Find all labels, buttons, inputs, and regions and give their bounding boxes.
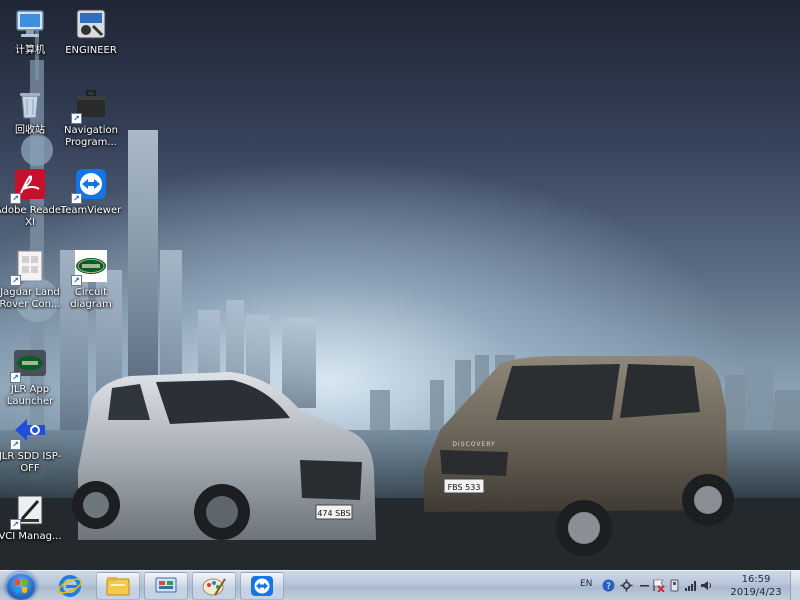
shortcut-arrow-icon: ↗ — [10, 193, 21, 204]
desktop-icon-engineer[interactable]: ENGINEER — [55, 6, 127, 57]
show-desktop-button[interactable] — [790, 571, 800, 600]
shortcut-arrow-icon: ↗ — [10, 372, 21, 383]
desktop-icon-label: JLR App Launcher — [6, 384, 54, 407]
desktop-icon-teamviewer[interactable]: ↗ TeamViewer — [55, 166, 127, 217]
action-center-flag-icon[interactable] — [652, 579, 665, 592]
land-rover-app-icon: ↗ — [10, 345, 48, 383]
taskbar-control-panel[interactable] — [144, 572, 188, 600]
shortcut-arrow-icon: ↗ — [10, 519, 21, 530]
start-button[interactable] — [6, 572, 36, 600]
license-plate-left: 474 SBS — [317, 509, 350, 518]
taskbar-paint[interactable] — [192, 572, 236, 600]
volume-icon[interactable] — [700, 579, 713, 592]
desktop-icon-label: JLR SDD ISP-OFF — [0, 451, 62, 474]
paint-icon — [202, 578, 226, 596]
desktop-icon-label: Navigation Program... — [64, 125, 118, 148]
desktop-icon-label: ENGINEER — [65, 45, 117, 56]
desktop-icon-label: Circuit diagram — [70, 287, 112, 310]
land-rover-logo-icon: ↗ — [71, 248, 109, 286]
desktop-icon-vci-manager[interactable]: ↗ VCI Manag... — [0, 492, 66, 543]
teamviewer-icon — [251, 576, 273, 596]
shortcut-arrow-icon: ↗ — [10, 439, 21, 450]
language-indicator[interactable]: EN — [580, 579, 592, 589]
file-explorer-icon — [106, 577, 130, 596]
discovery-badge: DISCOVERY — [452, 441, 495, 448]
taskbar-internet-explorer[interactable] — [48, 572, 92, 600]
shortcut-arrow-icon: ↗ — [10, 275, 21, 286]
control-panel-icon — [155, 577, 177, 593]
desktop-icon-jlr-app-launcher[interactable]: ↗ JLR App Launcher — [0, 345, 66, 408]
engineer-tool-icon — [73, 6, 109, 42]
adobe-reader-icon: ↗ — [10, 166, 48, 204]
taskbar-file-explorer[interactable] — [96, 572, 140, 600]
license-plate-right: FBS 533 — [448, 483, 481, 492]
desktop-icon-jlr-sdd[interactable]: ↗ JLR SDD ISP-OFF — [0, 412, 66, 475]
dash-icon[interactable] — [638, 579, 651, 592]
removable-device-icon[interactable] — [668, 579, 681, 592]
shortcut-arrow-icon: ↗ — [71, 193, 82, 204]
desktop-icon-label: VCI Manag... — [0, 531, 62, 542]
settings-icon[interactable] — [620, 579, 633, 592]
teamviewer-icon: ↗ — [71, 166, 109, 204]
taskbar: EN ? 16:59 2019/4/23 — [0, 570, 800, 600]
clock-date: 2019/4/23 — [730, 587, 782, 598]
taskbar-teamviewer[interactable] — [240, 572, 284, 600]
desktop-icon-navigation-program[interactable]: ↗ Navigation Program... — [55, 86, 127, 149]
document-icon: ↗ — [10, 248, 48, 286]
clock-time: 16:59 — [741, 574, 771, 585]
help-icon[interactable]: ? — [602, 579, 615, 592]
sdd-arrow-icon: ↗ — [10, 412, 48, 450]
desktop-icon-label: TeamViewer — [60, 205, 122, 216]
taskbar-clock[interactable]: 16:59 2019/4/23 — [726, 573, 786, 599]
svg-text:?: ? — [606, 582, 611, 592]
system-tray: EN ? 16:59 2019/4/23 — [580, 571, 800, 600]
shortcut-arrow-icon: ↗ — [71, 275, 82, 286]
network-signal-icon[interactable] — [684, 579, 697, 592]
shortcut-arrow-icon: ↗ — [71, 113, 82, 124]
computer-icon — [12, 6, 48, 42]
briefcase-icon: ↗ — [71, 86, 109, 124]
vci-manager-icon: ↗ — [10, 492, 48, 530]
internet-explorer-icon — [58, 575, 82, 597]
recycle-bin-icon — [12, 86, 48, 122]
windows-logo-icon — [15, 579, 27, 593]
desktop-icon-circuit-diagram[interactable]: ↗ Circuit diagram — [55, 248, 127, 311]
